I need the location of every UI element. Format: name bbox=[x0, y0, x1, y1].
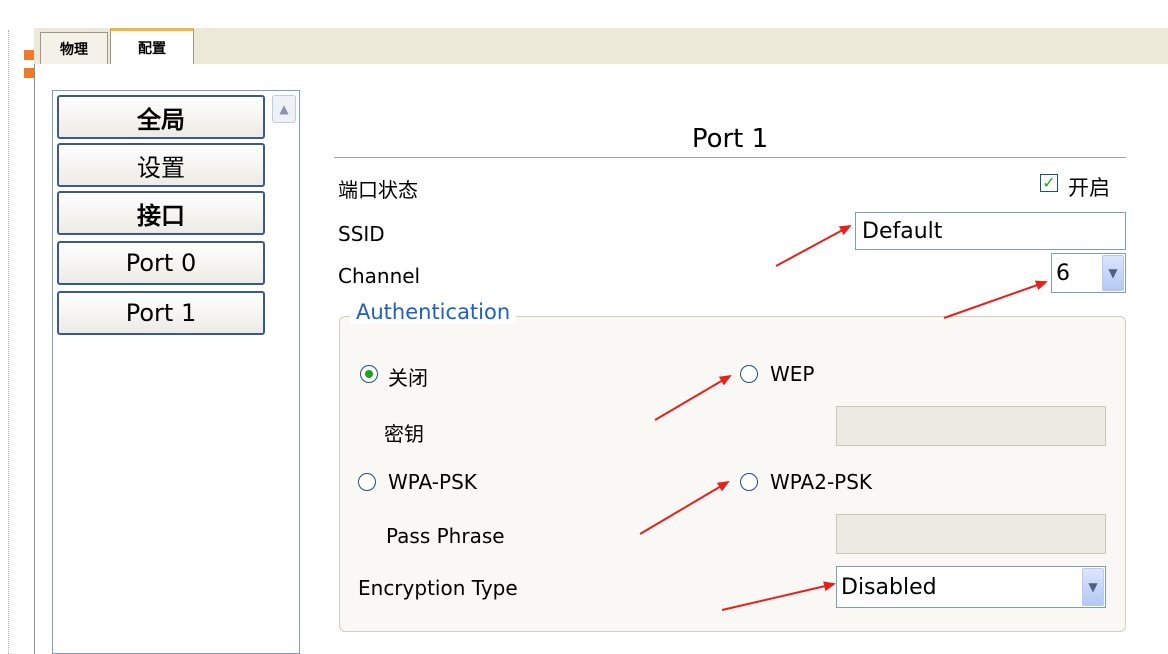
chevron-up-icon: ▲ bbox=[279, 102, 289, 116]
authentication-legend: Authentication bbox=[350, 300, 517, 324]
encryption-type-select[interactable]: Disabled ▼ bbox=[836, 566, 1106, 608]
check-icon: ✓ bbox=[1042, 173, 1056, 192]
orange-marker-icon bbox=[24, 68, 34, 78]
tab-bar: 物理 配置 bbox=[34, 28, 1168, 65]
sidebar-item-global[interactable]: 全局 bbox=[57, 95, 265, 139]
passphrase-input[interactable] bbox=[836, 514, 1106, 554]
auth-off-label: 关闭 bbox=[388, 366, 428, 390]
port-status-label: 端口状态 bbox=[338, 178, 418, 202]
auth-wpa-psk-radio[interactable] bbox=[358, 473, 376, 491]
key-input[interactable] bbox=[836, 406, 1106, 446]
sidebar-item-label: Port 0 bbox=[125, 249, 197, 277]
passphrase-label: Pass Phrase bbox=[386, 524, 505, 548]
key-label: 密钥 bbox=[384, 422, 424, 446]
encryption-type-value: Disabled bbox=[841, 574, 937, 600]
sidebar-item-port0[interactable]: Port 0 bbox=[57, 241, 265, 285]
chevron-down-icon[interactable]: ▼ bbox=[1102, 255, 1124, 291]
tab-label: 物理 bbox=[60, 41, 88, 58]
sidebar-item-label: 全局 bbox=[137, 105, 185, 134]
auth-wpa2-psk-radio[interactable] bbox=[740, 473, 758, 491]
channel-value: 6 bbox=[1056, 260, 1070, 286]
tab-physical[interactable]: 物理 bbox=[40, 32, 108, 64]
auth-wep-label: WEP bbox=[770, 362, 815, 386]
chevron-down-icon[interactable]: ▼ bbox=[1082, 568, 1104, 606]
ssid-input[interactable]: Default bbox=[855, 212, 1126, 250]
divider bbox=[334, 157, 1126, 158]
sidebar-item-label: 接口 bbox=[137, 201, 185, 230]
dotted-guide bbox=[8, 30, 9, 654]
ssid-value: Default bbox=[862, 218, 943, 244]
auth-wep-radio[interactable] bbox=[740, 365, 758, 383]
sidebar-item-label: Port 1 bbox=[125, 299, 197, 327]
port-status-checkbox[interactable]: ✓ bbox=[1040, 174, 1058, 192]
encryption-type-label: Encryption Type bbox=[358, 576, 518, 600]
sidebar-item-settings[interactable]: 设置 bbox=[57, 143, 265, 187]
sidebar-list: 全局 设置 接口 Port 0 Port 1 ▲ bbox=[52, 90, 300, 654]
port-status-checkbox-label: 开启 bbox=[1068, 176, 1110, 200]
auth-off-radio[interactable] bbox=[360, 365, 378, 383]
auth-wpa2-psk-label: WPA2-PSK bbox=[770, 470, 873, 494]
scroll-up-button[interactable]: ▲ bbox=[272, 95, 296, 123]
tab-label: 配置 bbox=[138, 41, 166, 57]
orange-marker-icon bbox=[24, 50, 34, 60]
sidebar-item-interface[interactable]: 接口 bbox=[57, 191, 265, 235]
ssid-label: SSID bbox=[338, 222, 385, 246]
channel-label: Channel bbox=[338, 264, 421, 288]
tab-config[interactable]: 配置 bbox=[110, 28, 194, 65]
sidebar-item-port1[interactable]: Port 1 bbox=[57, 291, 265, 335]
sidebar-item-label: 设置 bbox=[137, 153, 185, 182]
auth-wpa-psk-label: WPA-PSK bbox=[388, 470, 477, 494]
page-title: Port 1 bbox=[691, 124, 769, 154]
channel-select[interactable]: 6 ▼ bbox=[1051, 253, 1126, 293]
